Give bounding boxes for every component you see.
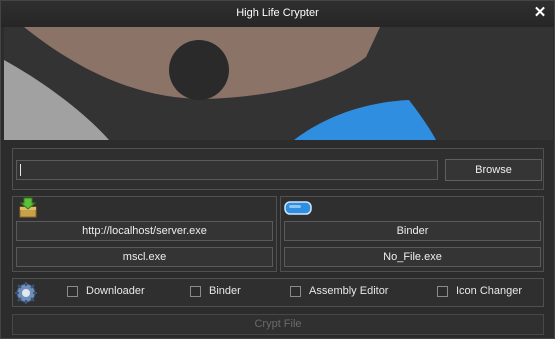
option-icon-changer[interactable]: Icon Changer bbox=[437, 285, 537, 301]
close-button[interactable]: ✕ bbox=[532, 5, 548, 21]
close-icon: ✕ bbox=[533, 4, 547, 21]
window-title: High Life Crypter bbox=[236, 7, 319, 19]
text-caret bbox=[20, 164, 21, 176]
downloader-checkbox[interactable] bbox=[67, 286, 78, 297]
package-download-icon bbox=[17, 197, 39, 219]
banner-artwork bbox=[4, 27, 553, 140]
download-url-field[interactable]: http://localhost/server.exe bbox=[16, 221, 273, 241]
icon-changer-option-label: Icon Changer bbox=[456, 285, 523, 297]
binder-checkbox[interactable] bbox=[190, 286, 201, 297]
browse-button[interactable]: Browse bbox=[445, 159, 542, 181]
file-path-input[interactable] bbox=[16, 160, 438, 180]
gear-icon bbox=[15, 282, 37, 304]
binder-icon bbox=[284, 200, 312, 216]
option-downloader[interactable]: Downloader bbox=[67, 285, 157, 301]
option-assembly-editor[interactable]: Assembly Editor bbox=[290, 285, 400, 301]
banner-pupil bbox=[169, 40, 229, 100]
download-filename-field[interactable]: mscl.exe bbox=[16, 247, 273, 267]
assembly-editor-checkbox[interactable] bbox=[290, 286, 301, 297]
header-banner bbox=[4, 27, 553, 140]
binder-filename-field[interactable]: No_File.exe bbox=[284, 247, 541, 267]
binder-option-label: Binder bbox=[209, 285, 241, 297]
downloader-option-label: Downloader bbox=[86, 285, 145, 297]
binder-field[interactable]: Binder bbox=[284, 221, 541, 241]
option-binder[interactable]: Binder bbox=[190, 285, 260, 301]
icon-changer-checkbox[interactable] bbox=[437, 286, 448, 297]
crypter-window: High Life Crypter ✕ Browse http://localh… bbox=[0, 0, 555, 339]
assembly-editor-option-label: Assembly Editor bbox=[309, 285, 389, 297]
title-bar[interactable]: High Life Crypter ✕ bbox=[1, 1, 554, 27]
crypt-file-button[interactable]: Crypt File bbox=[12, 314, 544, 335]
